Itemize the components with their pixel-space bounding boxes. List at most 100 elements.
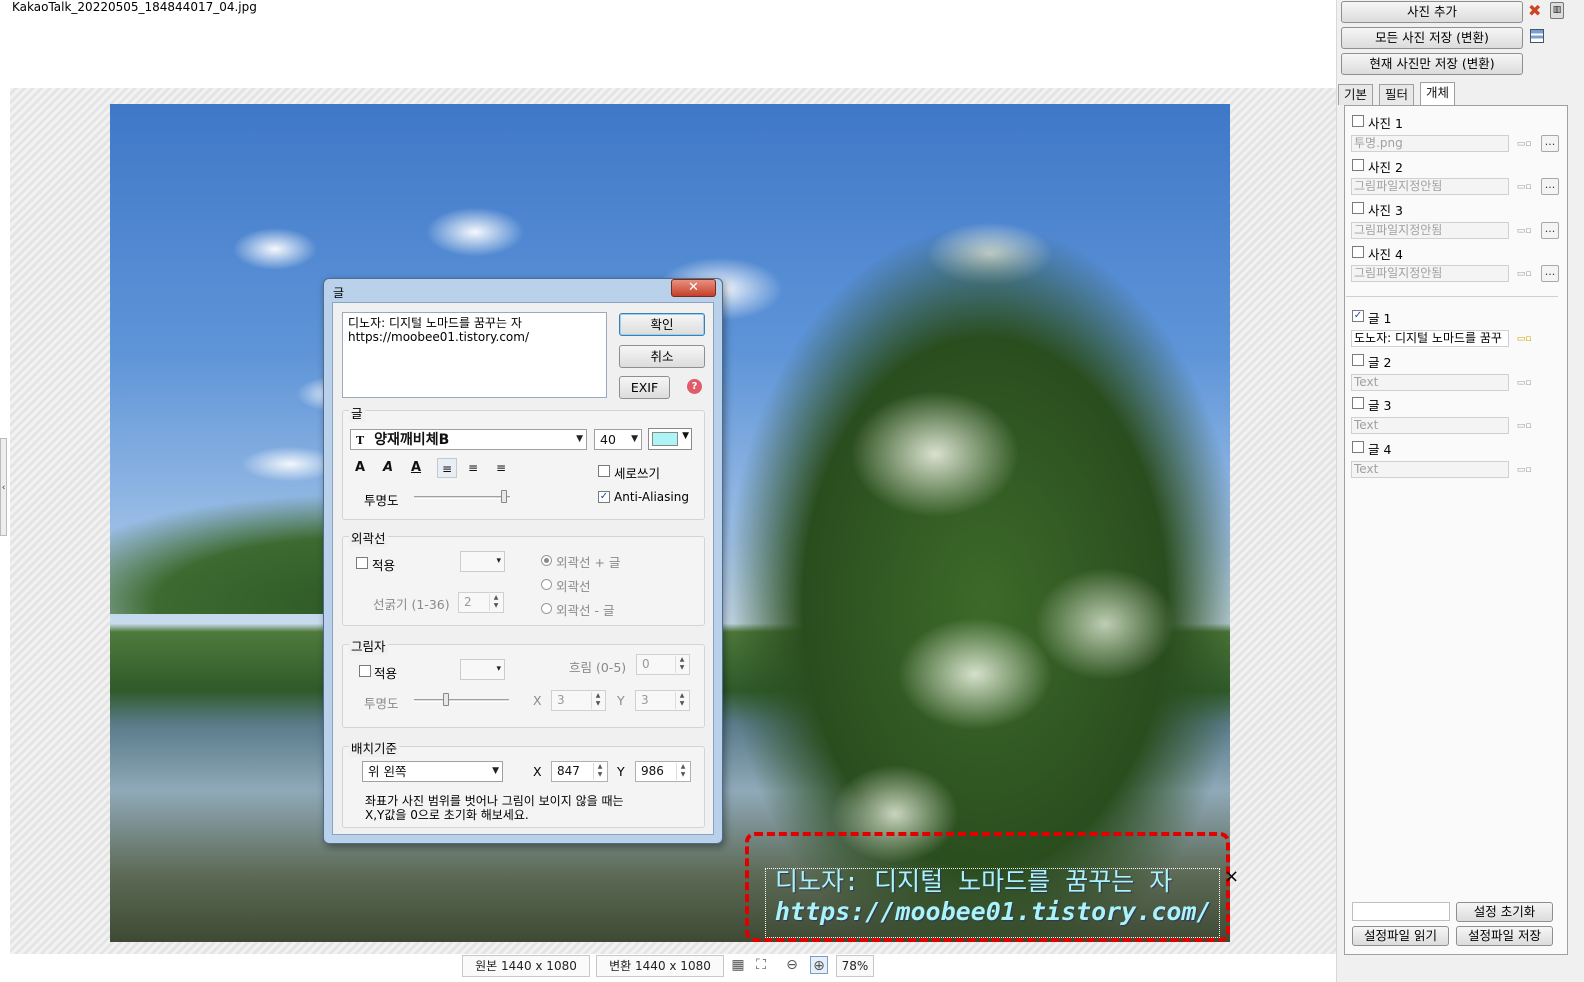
- photo1-label: 사진 1: [1368, 116, 1403, 131]
- photo4-checkbox[interactable]: [1352, 246, 1364, 258]
- position-y-value: 986: [641, 764, 664, 778]
- panel-collapse-handle[interactable]: ‹: [0, 438, 7, 536]
- photo4-edit-icon[interactable]: ▭▫: [1516, 267, 1532, 281]
- outline-option-radio-2[interactable]: [541, 579, 552, 590]
- text3-edit-icon[interactable]: ▭▫: [1516, 419, 1532, 433]
- align-left-icon[interactable]: ≡: [437, 458, 457, 478]
- trash-icon[interactable]: ▥: [1550, 2, 1564, 19]
- fit-window-icon[interactable]: ⛶: [752, 956, 770, 974]
- outline-option-radio-3[interactable]: [541, 603, 552, 614]
- shadow-blur-value: 0: [642, 657, 650, 671]
- tab-object[interactable]: 개체: [1420, 82, 1456, 106]
- remove-icon[interactable]: ✖: [1528, 2, 1541, 20]
- shadow-y-input[interactable]: 3 ▲ ▼: [635, 690, 690, 711]
- text4-checkbox[interactable]: [1352, 441, 1364, 453]
- outline-option-radio-1[interactable]: [541, 555, 552, 566]
- status-converted-size: 변환 1440 x 1080: [596, 955, 724, 977]
- text2-checkbox[interactable]: [1352, 354, 1364, 366]
- photo3-edit-icon[interactable]: ▭▫: [1516, 224, 1532, 238]
- text4-value-field[interactable]: Text: [1351, 461, 1509, 478]
- status-zoom: 78%: [836, 955, 874, 977]
- reset-settings-button[interactable]: 설정 초기화: [1456, 902, 1553, 922]
- spinner-arrows-icon[interactable]: ▲ ▼: [675, 692, 688, 709]
- photo2-edit-icon[interactable]: ▭▫: [1516, 180, 1532, 194]
- settings-file-field[interactable]: [1352, 902, 1450, 921]
- text1-checkbox[interactable]: ✓: [1352, 310, 1364, 322]
- photo1-checkbox[interactable]: [1352, 115, 1364, 127]
- zoom-out-icon[interactable]: ⊖: [783, 956, 801, 974]
- align-center-icon[interactable]: ≡: [463, 458, 483, 478]
- shadow-opacity-slider[interactable]: [443, 693, 449, 706]
- outline-color-select[interactable]: ▾: [460, 551, 505, 572]
- text-color-picker[interactable]: ▼: [648, 428, 692, 450]
- photo2-browse-button[interactable]: ...: [1541, 178, 1559, 195]
- photo1-file-field[interactable]: 투명.png: [1351, 135, 1509, 152]
- chevron-down-icon: ▼: [631, 434, 638, 444]
- zoom-in-icon[interactable]: ⊕: [810, 956, 828, 974]
- anchor-select[interactable]: 위 왼쪽 ▼: [362, 761, 503, 782]
- font-size-select[interactable]: 40 ▼: [594, 429, 642, 450]
- shadow-blur-input[interactable]: 0 ▲ ▼: [636, 654, 690, 675]
- text-content-area[interactable]: 디노자: 디지털 노마드를 꿈꾸는 자 https://moobee01.tis…: [342, 312, 607, 398]
- anchor-value: 위 왼쪽: [368, 764, 407, 779]
- cancel-button[interactable]: 취소: [619, 345, 705, 368]
- shadow-x-input[interactable]: 3 ▲ ▼: [551, 690, 606, 711]
- photo3-file-field[interactable]: 그림파일지정안됨: [1351, 222, 1509, 239]
- dialog-close-button[interactable]: ✕: [671, 279, 716, 297]
- photo2-file-field[interactable]: 그림파일지정안됨: [1351, 178, 1509, 195]
- add-photo-button[interactable]: 사진 추가: [1341, 1, 1523, 23]
- help-icon[interactable]: ?: [687, 379, 702, 394]
- text-opacity-slider[interactable]: [501, 490, 507, 503]
- text1-value-field[interactable]: 도노자: 디지털 노마드를 꿈꾸: [1351, 330, 1509, 347]
- outline-apply-checkbox[interactable]: [356, 557, 368, 569]
- spinner-arrows-icon[interactable]: ▲ ▼: [591, 692, 604, 709]
- photo2-checkbox[interactable]: [1352, 159, 1364, 171]
- outline-group-title: 외곽선: [349, 528, 388, 547]
- save-current-button[interactable]: 현재 사진만 저장 (변환): [1341, 53, 1523, 75]
- vertical-text-checkbox[interactable]: [598, 465, 610, 477]
- font-select[interactable]: T 양재깨비체B ▼: [350, 429, 587, 450]
- text2-value-field[interactable]: Text: [1351, 374, 1509, 391]
- underline-button[interactable]: A: [406, 458, 426, 478]
- photo1-edit-icon[interactable]: ▭▫: [1516, 137, 1532, 151]
- position-x-input[interactable]: 847 ▲ ▼: [551, 761, 608, 782]
- ok-button[interactable]: 확인: [619, 313, 705, 336]
- antialias-label: Anti-Aliasing: [614, 490, 689, 504]
- tab-basic[interactable]: 기본: [1338, 84, 1374, 105]
- save-settings-button[interactable]: 설정파일 저장: [1456, 926, 1553, 946]
- shadow-color-select[interactable]: ▾: [460, 659, 505, 680]
- transparency-grid-icon[interactable]: ▦: [729, 956, 747, 974]
- list-icon[interactable]: [1530, 29, 1544, 43]
- overlay-text-line1: 디노자: 디지털 노마드를 꿈꾸는 자: [775, 867, 1173, 896]
- italic-button[interactable]: A: [378, 458, 398, 478]
- antialias-checkbox[interactable]: ✓: [598, 491, 610, 503]
- overlay-close-icon[interactable]: ×: [1224, 866, 1239, 887]
- save-all-button[interactable]: 모든 사진 저장 (변환): [1341, 27, 1523, 49]
- shadow-group-title: 그림자: [349, 636, 388, 655]
- photo3-browse-button[interactable]: ...: [1541, 222, 1559, 239]
- bold-button[interactable]: A: [350, 458, 370, 478]
- photo4-browse-button[interactable]: ...: [1541, 265, 1559, 282]
- position-y-input[interactable]: 986 ▲ ▼: [635, 761, 691, 782]
- position-x-value: 847: [557, 764, 580, 778]
- text2-edit-icon[interactable]: ▭▫: [1516, 376, 1532, 390]
- outline-apply-label: 적용: [372, 558, 396, 573]
- text3-checkbox[interactable]: [1352, 397, 1364, 409]
- spinner-arrows-icon[interactable]: ▲ ▼: [676, 763, 689, 780]
- shadow-apply-checkbox[interactable]: [359, 665, 371, 677]
- spinner-arrows-icon[interactable]: ▲ ▼: [593, 763, 606, 780]
- spinner-arrows-icon[interactable]: ▲ ▼: [489, 594, 502, 611]
- read-settings-button[interactable]: 설정파일 읽기: [1352, 926, 1449, 946]
- text3-value-field[interactable]: Text: [1351, 417, 1509, 434]
- outline-thickness-input[interactable]: 2 ▲ ▼: [458, 592, 504, 613]
- align-right-icon[interactable]: ≡: [491, 458, 511, 478]
- photo3-checkbox[interactable]: [1352, 202, 1364, 214]
- spinner-arrows-icon[interactable]: ▲ ▼: [675, 656, 688, 673]
- photo4-file-field[interactable]: 그림파일지정안됨: [1351, 265, 1509, 282]
- exif-button[interactable]: EXIF: [619, 376, 670, 399]
- file-title: KakaoTalk_20220505_184844017_04.jpg: [12, 0, 257, 14]
- text4-edit-icon[interactable]: ▭▫: [1516, 463, 1532, 477]
- photo1-browse-button[interactable]: ...: [1541, 135, 1559, 152]
- tab-filter[interactable]: 필터: [1379, 84, 1415, 105]
- text1-edit-icon[interactable]: ▭▫: [1516, 332, 1532, 346]
